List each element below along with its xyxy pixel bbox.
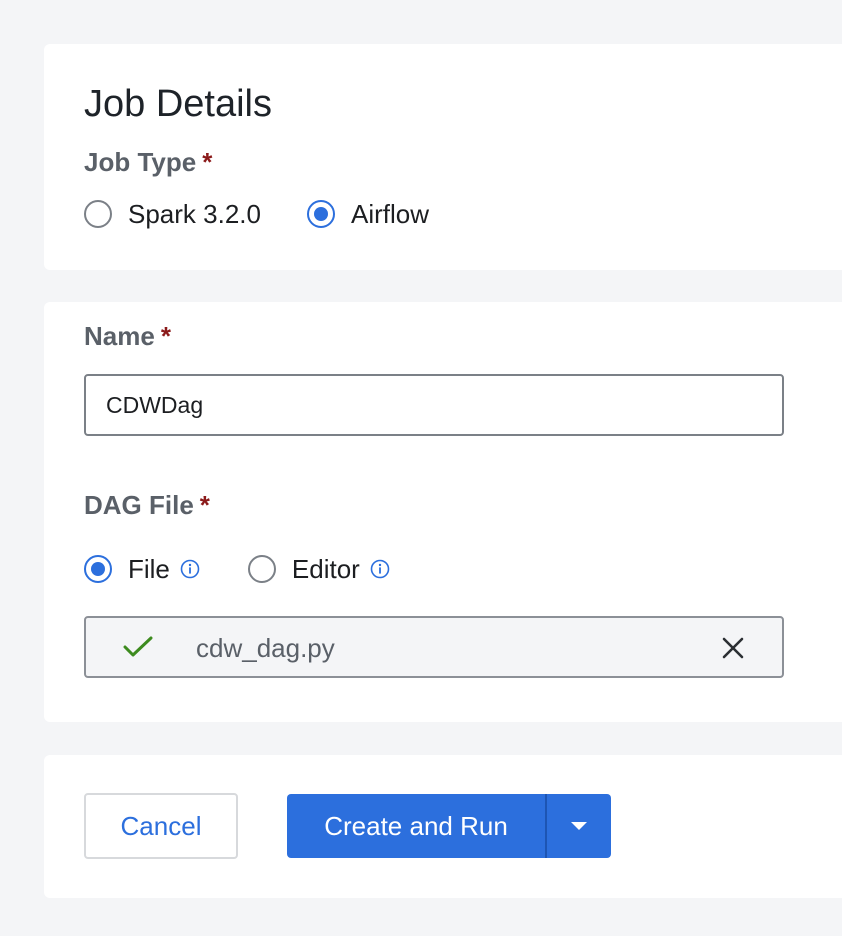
create-and-run-button[interactable]: Create and Run bbox=[287, 794, 545, 858]
uploaded-file-chip: cdw_dag.py bbox=[84, 616, 784, 678]
info-icon[interactable] bbox=[180, 559, 200, 579]
job-details-card: Job Details Job Type * Spark 3.2.0 Airflo… bbox=[44, 44, 842, 270]
check-icon bbox=[122, 634, 154, 660]
dag-file-label: DAG File * bbox=[84, 489, 210, 521]
radio-file-label: File bbox=[128, 554, 170, 584]
dag-source-option-file[interactable]: File bbox=[84, 553, 200, 585]
job-type-option-spark[interactable]: Spark 3.2.0 bbox=[84, 198, 261, 230]
name-input[interactable] bbox=[84, 374, 784, 436]
radio-spark[interactable] bbox=[84, 200, 112, 228]
page-title: Job Details bbox=[84, 83, 272, 125]
dag-file-label-text: DAG File bbox=[84, 490, 194, 520]
uploaded-file-name: cdw_dag.py bbox=[196, 633, 335, 663]
create-run-button-group: Create and Run bbox=[287, 794, 611, 858]
job-type-label-text: Job Type bbox=[84, 147, 197, 177]
radio-editor[interactable] bbox=[247, 555, 276, 583]
create-options-dropdown-button[interactable] bbox=[545, 794, 611, 858]
name-label-text: Name bbox=[84, 321, 155, 351]
required-asterisk: * bbox=[160, 321, 171, 351]
dag-file-radio-group: File Editor bbox=[84, 553, 436, 585]
radio-airflow-label: Airflow bbox=[350, 199, 429, 229]
cancel-button[interactable]: Cancel bbox=[84, 793, 238, 859]
name-label: Name * bbox=[84, 320, 171, 352]
job-type-option-airflow[interactable]: Airflow bbox=[306, 198, 429, 230]
info-icon[interactable] bbox=[370, 559, 390, 579]
dag-source-option-editor[interactable]: Editor bbox=[247, 553, 390, 585]
radio-airflow[interactable] bbox=[306, 200, 335, 228]
radio-spark-label: Spark 3.2.0 bbox=[128, 199, 261, 229]
required-asterisk: * bbox=[199, 490, 210, 520]
caret-down-icon bbox=[570, 819, 588, 834]
job-type-radio-group: Spark 3.2.0 Airflow bbox=[84, 198, 475, 230]
job-config-card: Name* DAG File* File Editor bbox=[44, 302, 842, 722]
actions-card: Cancel Create and Run bbox=[44, 755, 842, 898]
job-type-label: Job Type * bbox=[84, 146, 212, 178]
close-icon[interactable] bbox=[720, 635, 746, 661]
radio-editor-label: Editor bbox=[291, 554, 360, 584]
radio-file[interactable] bbox=[84, 555, 112, 583]
required-asterisk: * bbox=[202, 147, 213, 177]
